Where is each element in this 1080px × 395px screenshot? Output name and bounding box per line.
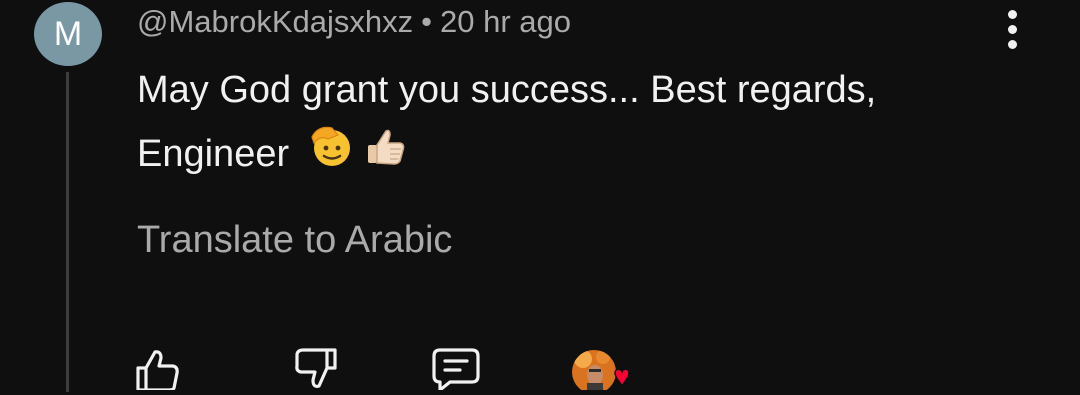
avatar-letter: M	[53, 15, 83, 53]
comment-meta: @MabrokKdajsxhxz • 20 hr ago	[137, 2, 571, 42]
reply-button[interactable]	[432, 348, 480, 392]
avatar[interactable]: M	[34, 2, 102, 66]
thumbs-up-emoji	[362, 123, 408, 189]
comment: M @MabrokKdajsxhxz • 20 hr ago May God gra…	[0, 0, 1080, 394]
separator-dot: •	[421, 4, 432, 39]
like-button[interactable]	[133, 348, 181, 392]
comment-icon	[432, 348, 480, 392]
timestamp: 20 hr ago	[439, 4, 571, 39]
translate-link[interactable]: Translate to Arabic	[137, 216, 452, 264]
more-options-button[interactable]	[1000, 8, 1026, 52]
thumbs-down-icon	[295, 348, 337, 388]
comment-body: May God grant you success... Best regard…	[137, 69, 877, 175]
more-vert-icon-dot	[1008, 25, 1017, 34]
author-name[interactable]: @MabrokKdajsxhxz	[137, 4, 413, 39]
more-vert-icon	[1008, 10, 1017, 19]
thread-line	[66, 72, 69, 392]
more-vert-icon-dot	[1008, 40, 1017, 49]
creator-heart-icon	[572, 350, 630, 394]
saluting-face-emoji	[308, 123, 354, 189]
creator-heart-button[interactable]	[571, 349, 631, 394]
dislike-button[interactable]	[293, 348, 341, 390]
comment-text: May God grant you success... Best regard…	[137, 58, 1037, 189]
thumbs-up-icon	[136, 350, 179, 392]
